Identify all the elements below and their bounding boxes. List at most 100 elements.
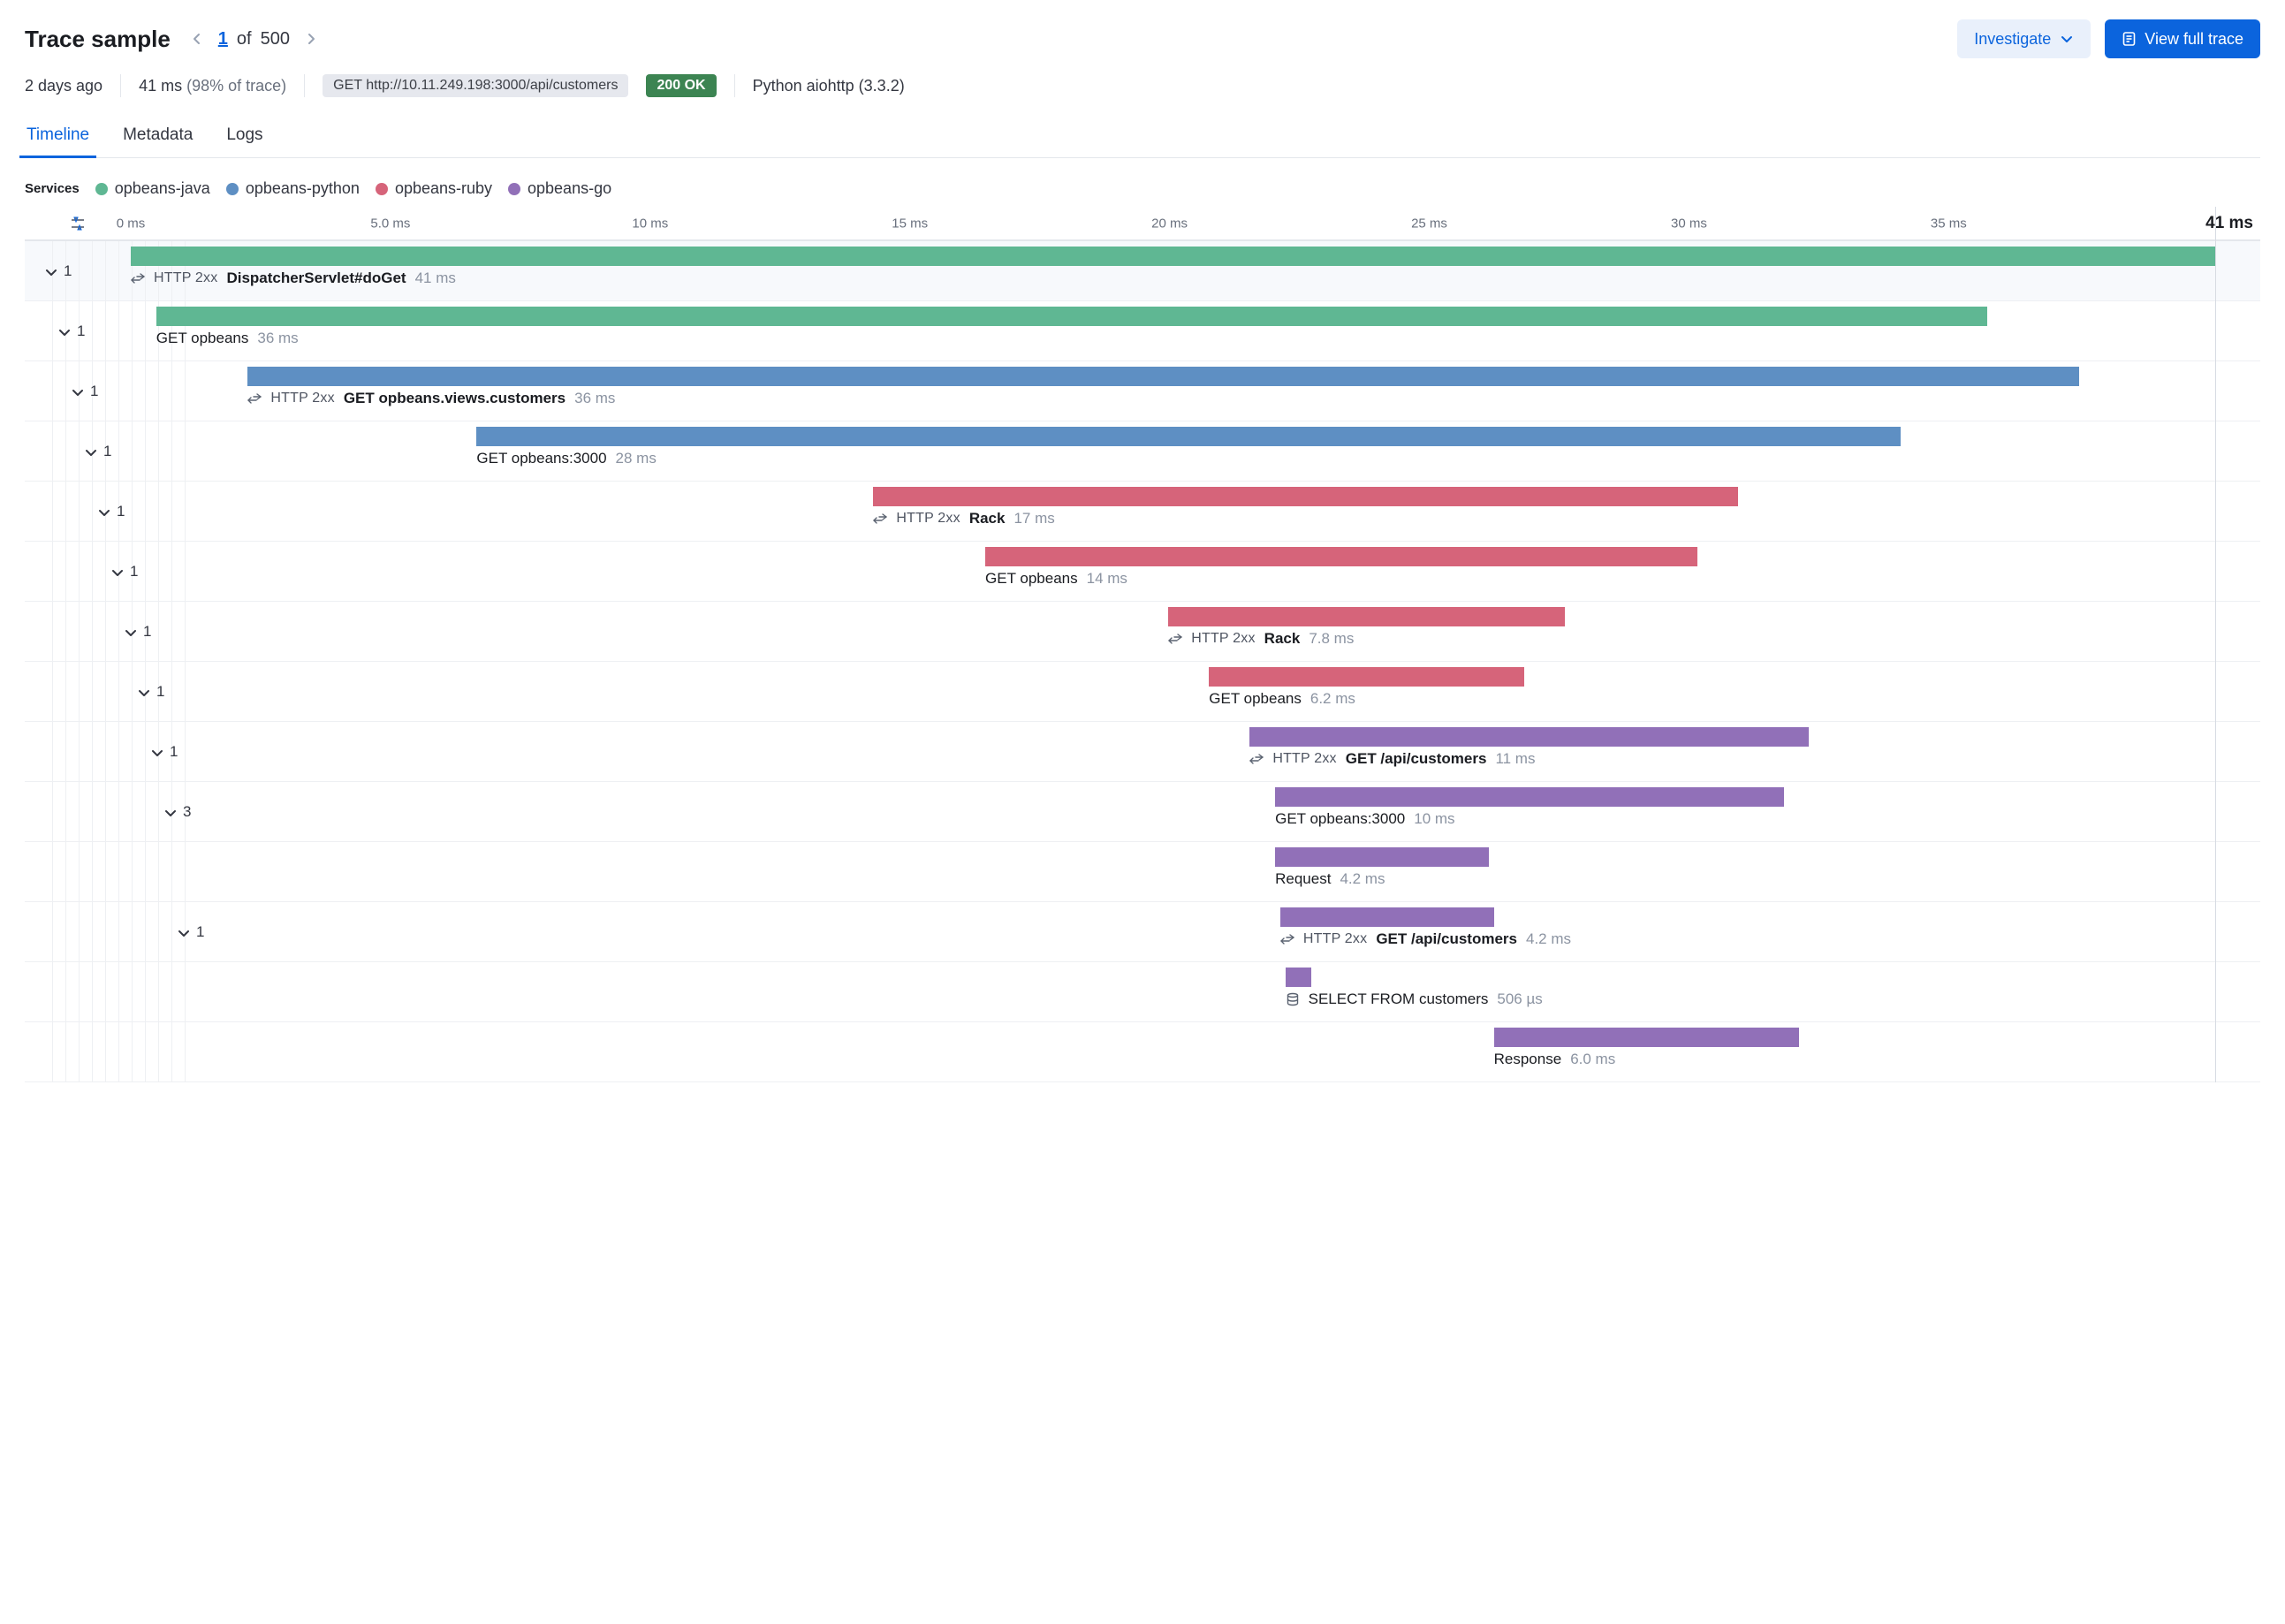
incoming-icon — [1280, 932, 1294, 946]
view-full-trace-button[interactable]: View full trace — [2105, 19, 2260, 58]
span-name: DispatcherServlet#doGet — [226, 269, 406, 287]
span-name: GET /api/customers — [1346, 750, 1487, 768]
ruler-tick: 0 ms — [117, 216, 146, 231]
span-row[interactable]: 1GET opbeans36 ms — [25, 301, 2260, 361]
tab-logs[interactable]: Logs — [224, 117, 264, 157]
span-duration: 36 ms — [574, 390, 615, 407]
span-row[interactable]: 1HTTP 2xxGET /api/customers11 ms — [25, 722, 2260, 782]
trace-pager: 1 of 500 — [185, 28, 323, 49]
chevron-down-icon — [2060, 32, 2074, 46]
http-status: HTTP 2xx — [1303, 931, 1367, 947]
span-caption: Request4.2 ms — [1275, 870, 1385, 888]
pager-next[interactable] — [299, 28, 323, 49]
ruler-tick: 15 ms — [892, 216, 928, 231]
span-bar[interactable] — [131, 247, 2216, 266]
age-label: 2 days ago — [25, 77, 102, 95]
span-row[interactable]: 1HTTP 2xxGET /api/customers4.2 ms — [25, 902, 2260, 962]
ruler-tick: 35 ms — [1931, 216, 1967, 231]
span-row[interactable]: 1HTTP 2xxRack7.8 ms — [25, 602, 2260, 662]
span-name: GET opbeans.views.customers — [344, 390, 566, 407]
child-count: 1 — [103, 443, 111, 460]
incoming-icon — [131, 271, 145, 285]
legend-java[interactable]: opbeans-java — [95, 179, 210, 198]
span-caption: GET opbeans14 ms — [985, 570, 1127, 588]
span-bar[interactable] — [1286, 968, 1311, 987]
span-name: Rack — [969, 510, 1006, 527]
span-bar[interactable] — [1209, 667, 1524, 687]
span-duration: 41 ms — [415, 269, 456, 287]
span-bar[interactable] — [476, 427, 1901, 446]
span-row[interactable]: 1HTTP 2xxDispatcherServlet#doGet41 ms — [25, 241, 2260, 301]
row-toggle[interactable]: 1 — [84, 421, 111, 481]
span-bar[interactable] — [1494, 1028, 1799, 1047]
legend-ruby[interactable]: opbeans-ruby — [376, 179, 492, 198]
span-caption: HTTP 2xxDispatcherServlet#doGet41 ms — [131, 269, 456, 287]
span-row[interactable]: Request4.2 ms — [25, 842, 2260, 902]
legend-java-label: opbeans-java — [115, 179, 210, 198]
child-count: 1 — [64, 262, 72, 280]
ruler-tick: 25 ms — [1411, 216, 1447, 231]
status-pill: 200 OK — [646, 74, 716, 97]
span-bar[interactable] — [1275, 787, 1784, 807]
span-caption: HTTP 2xxRack7.8 ms — [1168, 630, 1354, 648]
divider — [120, 74, 121, 97]
tab-timeline[interactable]: Timeline — [25, 117, 91, 157]
child-count: 1 — [90, 383, 98, 400]
http-status: HTTP 2xx — [896, 511, 960, 527]
time-ruler: 0 ms5.0 ms10 ms15 ms20 ms25 ms30 ms35 ms… — [25, 207, 2260, 240]
ruler-tick: 10 ms — [632, 216, 668, 231]
request-pill[interactable]: GET http://10.11.249.198:3000/api/custom… — [323, 74, 628, 97]
chevron-down-icon — [57, 325, 70, 338]
pager-prev[interactable] — [185, 28, 209, 49]
span-duration: 11 ms — [1495, 750, 1535, 768]
span-row[interactable]: SELECT FROM customers506 µs — [25, 962, 2260, 1022]
span-duration: 10 ms — [1414, 810, 1454, 828]
span-name: SELECT FROM customers — [1309, 990, 1489, 1008]
span-bar[interactable] — [1168, 607, 1565, 626]
span-caption: SELECT FROM customers506 µs — [1286, 990, 1543, 1008]
row-toggle[interactable]: 1 — [71, 361, 98, 421]
span-caption: GET opbeans:300028 ms — [476, 450, 656, 467]
services-legend: Services opbeans-java opbeans-python opb… — [25, 179, 2260, 203]
span-bar[interactable] — [1280, 907, 1494, 927]
row-toggle[interactable]: 1 — [97, 482, 125, 541]
span-name: Rack — [1264, 630, 1301, 648]
span-bar[interactable] — [156, 307, 1987, 326]
row-toggle[interactable]: 1 — [44, 241, 72, 300]
legend-python[interactable]: opbeans-python — [226, 179, 360, 198]
pager-current[interactable]: 1 — [218, 29, 228, 49]
legend-go[interactable]: opbeans-go — [508, 179, 611, 198]
span-duration: 7.8 ms — [1309, 630, 1354, 648]
pager-of: of — [237, 29, 252, 49]
divider — [734, 74, 735, 97]
row-toggle[interactable]: 1 — [57, 301, 85, 360]
ruler-tick: 30 ms — [1671, 216, 1707, 231]
span-caption: HTTP 2xxRack17 ms — [873, 510, 1054, 527]
tab-metadata[interactable]: Metadata — [121, 117, 194, 157]
span-caption: HTTP 2xxGET /api/customers11 ms — [1249, 750, 1535, 768]
child-count: 1 — [117, 503, 125, 520]
span-bar[interactable] — [1249, 727, 1809, 747]
span-row[interactable]: Response6.0 ms — [25, 1022, 2260, 1082]
incoming-icon — [247, 391, 262, 406]
span-bar[interactable] — [873, 487, 1738, 506]
view-full-label: View full trace — [2145, 30, 2243, 49]
span-row[interactable]: 3GET opbeans:300010 ms — [25, 782, 2260, 842]
span-row[interactable]: 1HTTP 2xxRack17 ms — [25, 482, 2260, 542]
incoming-icon — [1168, 632, 1182, 646]
span-row[interactable]: 1HTTP 2xxGET opbeans.views.customers36 m… — [25, 361, 2260, 421]
span-duration: 36 ms — [257, 330, 298, 347]
investigate-label: Investigate — [1974, 30, 2051, 49]
investigate-button[interactable]: Investigate — [1957, 19, 2091, 58]
span-row[interactable]: 1GET opbeans6.2 ms — [25, 662, 2260, 722]
span-bar[interactable] — [985, 547, 1697, 566]
span-row[interactable]: 1GET opbeans14 ms — [25, 542, 2260, 602]
collapse-icon[interactable] — [70, 216, 86, 231]
span-bar[interactable] — [1275, 847, 1489, 867]
chevron-down-icon — [110, 565, 123, 578]
dot-icon — [508, 183, 520, 195]
chevron-down-icon — [71, 385, 83, 398]
span-bar[interactable] — [247, 367, 2078, 386]
span-duration: 14 ms — [1087, 570, 1127, 588]
span-row[interactable]: 1 GET opbeans:300028 ms — [25, 421, 2260, 482]
